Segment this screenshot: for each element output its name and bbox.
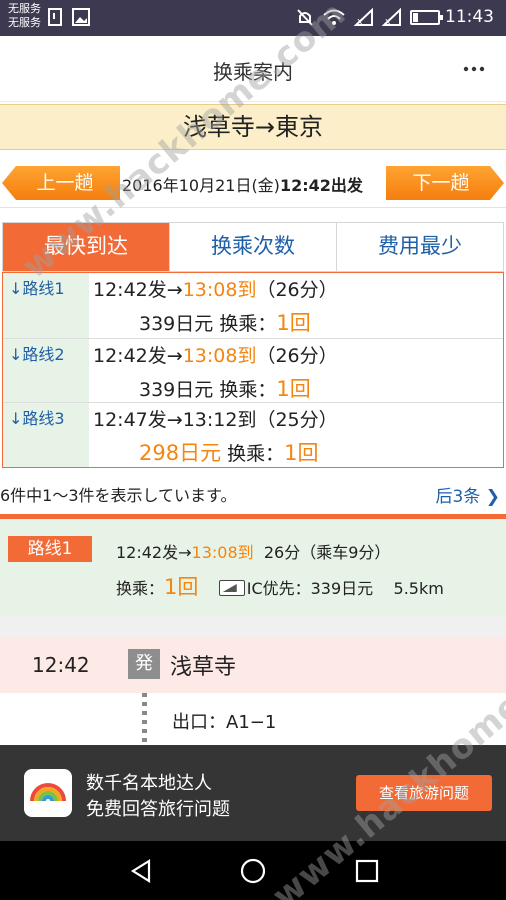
route-link[interactable]: ↓路线2	[9, 341, 65, 365]
route-row[interactable]: ↓路线2 12:42发→13:08到（26分） 339日元 换乘：1回	[3, 337, 503, 403]
recents-icon[interactable]	[354, 858, 380, 884]
carrier-line-1: 无服务	[8, 2, 41, 15]
image-icon	[72, 8, 90, 26]
promo-banner[interactable]: 数千名本地达人 免费回答旅行问题 查看旅游问题	[0, 745, 506, 841]
previous-train-button[interactable]: 上一趟	[2, 166, 120, 200]
next-train-button[interactable]: 下一趟	[386, 166, 504, 200]
route-times: 12:42发→13:08到（26分）	[93, 279, 338, 301]
timeline-dots	[142, 693, 147, 745]
clock: 11:43	[445, 7, 494, 27]
tab-cheapest[interactable]: 费用最少	[336, 223, 503, 271]
departure-date: 2016年10月21日(金)	[122, 176, 280, 195]
route-times: 12:47发→13:12到（25分）	[93, 409, 338, 432]
view-questions-button[interactable]: 查看旅游问题	[356, 775, 492, 811]
route-side: ↓路线1	[3, 273, 89, 338]
carrier-text: 无服务 无服务	[8, 2, 41, 30]
sort-tabs: 最快到达 换乘次数 费用最少	[2, 222, 504, 272]
route-row[interactable]: ↓路线1 12:42发→13:08到（26分） 339日元 换乘：1回	[3, 273, 503, 338]
banner-subtitle: 免费回答旅行问题	[86, 799, 230, 820]
page-title: 换乘案内	[213, 60, 293, 84]
carrier-line-2: 无服务	[8, 16, 41, 29]
results-summary: 6件中1～3件を表示しています。	[0, 486, 237, 505]
svg-text:x: x	[385, 17, 391, 26]
divider	[0, 207, 506, 208]
route-fare: 339日元 换乘：1回	[139, 311, 311, 335]
wifi-icon	[323, 9, 345, 25]
route-title: 浅草寺→東京	[0, 104, 506, 150]
departure-stop: 12:42 発 浅草寺	[0, 637, 506, 693]
route-side: ↓路线2	[3, 338, 89, 403]
route-link[interactable]: ↓路线1	[9, 275, 65, 299]
tab-fewest-transfers[interactable]: 换乘次数	[169, 223, 336, 271]
down-arrow-icon: ↓	[9, 409, 23, 429]
chevron-right-icon: ❯	[485, 487, 500, 507]
stop-time: 12:42	[32, 653, 90, 677]
exit-info: 出口：A1−1	[172, 712, 277, 733]
svg-text:x: x	[357, 17, 363, 26]
route-row[interactable]: ↓路线3 12:47发→13:12到（25分） 298日元 换乘：1回	[3, 402, 503, 467]
stop-name: 浅草寺	[170, 655, 237, 680]
departure-datetime: 2016年10月21日(金)12:42出发	[122, 172, 363, 196]
tab-fastest[interactable]: 最快到达	[3, 223, 169, 271]
depart-badge: 発	[128, 649, 160, 679]
rainbow-logo-icon	[24, 769, 72, 817]
system-nav-bar	[0, 841, 506, 900]
date-navigation: 上一趟 2016年10月21日(金)12:42出发 下一趟	[0, 162, 506, 208]
banner-title: 数千名本地达人	[86, 773, 212, 794]
detail-fare: 换乘：1回 IC优先：339日元 5.5km	[116, 575, 444, 599]
down-arrow-icon: ↓	[9, 279, 23, 298]
route-fare: 339日元 换乘：1回	[139, 376, 311, 401]
more-dots-icon	[463, 66, 485, 72]
route-list: ↓路线1 12:42发→13:08到（26分） 339日元 换乘：1回 ↓路线2…	[2, 272, 504, 468]
back-icon[interactable]	[128, 858, 154, 884]
more-menu-button[interactable]	[460, 56, 488, 82]
spacer	[0, 615, 506, 637]
battery-icon	[410, 10, 443, 25]
sim-icon	[48, 8, 62, 26]
app-header: 换乘案内	[0, 36, 506, 102]
next-page-link[interactable]: 后3条 ❯	[436, 482, 500, 507]
departure-time: 12:42出发	[279, 176, 363, 195]
route-link[interactable]: ↓路线3	[9, 405, 65, 429]
ic-card-icon	[218, 580, 245, 596]
signal-icon: x	[354, 8, 373, 26]
signal-icon-2: x	[382, 8, 401, 26]
detail-times: 12:42发→13:08到 26分（乘车9分）	[116, 543, 391, 562]
route-fare: 298日元 换乘：1回	[139, 441, 319, 466]
mute-icon	[297, 9, 313, 26]
route-side: ↓路线3	[3, 403, 89, 467]
status-bar: 无服务 无服务 x x 11:43	[0, 0, 506, 36]
down-arrow-icon: ↓	[9, 344, 23, 364]
route-tag: 路线1	[8, 536, 92, 562]
home-icon[interactable]	[240, 858, 266, 884]
route-detail: 路线1 12:42发→13:08到 26分（乘车9分） 换乘：1回 IC优先：3…	[0, 519, 506, 615]
route-times: 12:42发→13:08到（26分）	[93, 344, 338, 367]
